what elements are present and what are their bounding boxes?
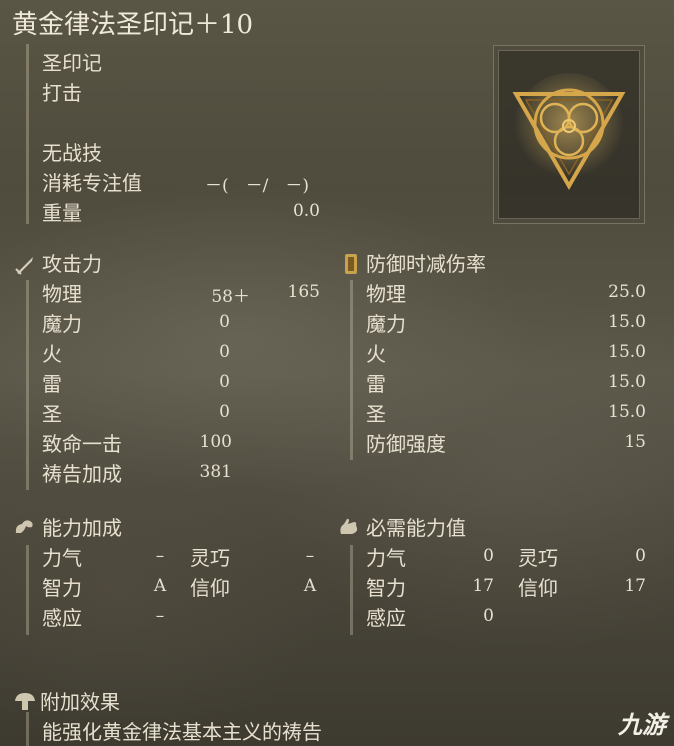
attack-type: 打击 [42, 81, 82, 105]
defense-value-fire: 15.0 [608, 342, 646, 362]
requirements-divider [350, 545, 353, 635]
weight-value: 0.0 [292, 201, 320, 221]
effect-text: 能强化黄金律法基本主义的祷告 [42, 720, 322, 744]
attack-label-magic: 魔力 [42, 312, 82, 336]
req-value-strength: 0 [483, 546, 494, 566]
attack-label-lightning: 雷 [42, 372, 62, 396]
req-label-faith: 信仰 [518, 576, 558, 600]
scaling-label-dexterity: 灵巧 [190, 546, 230, 570]
attack-value-lightning: 0 [219, 372, 230, 392]
item-type: 圣印记 [42, 51, 102, 75]
hand-icon [340, 518, 358, 534]
flexed-arm-icon [15, 520, 33, 533]
req-value-intelligence: 17 [472, 576, 494, 596]
attack-label-incant-scaling: 祷告加成 [42, 462, 122, 486]
scaling-value-intelligence: A [153, 576, 167, 596]
defense-value-lightning: 15.0 [608, 372, 646, 392]
req-label-intelligence: 智力 [366, 576, 406, 600]
scaling-value-arcane: – [155, 606, 165, 626]
req-value-arcane: 0 [483, 606, 494, 626]
fp-cost-label: 消耗专注值 [42, 171, 142, 195]
scaling-divider [26, 545, 29, 635]
defense-label-guard-boost: 防御强度 [366, 432, 446, 456]
scaling-label-faith: 信仰 [190, 576, 230, 600]
attack-value-magic: 0 [219, 312, 230, 332]
sword-icon [15, 257, 33, 275]
scaling-value-faith: A [303, 576, 317, 596]
watermark-logo: 九游 [618, 711, 666, 739]
scaling-value-dexterity: – [305, 546, 315, 566]
req-value-faith: 17 [624, 576, 646, 596]
req-label-dexterity: 灵巧 [518, 546, 558, 570]
weight-label: 重量 [42, 201, 82, 225]
item-title: 黄金律法圣印记＋10 [12, 10, 254, 40]
attack-value-incant-scaling: 381 [199, 462, 232, 482]
attack-bonus-physical: 165 [287, 282, 320, 302]
item-image-frame [493, 45, 645, 224]
attack-value-fire: 0 [219, 342, 230, 362]
effect-mushroom-icon [15, 693, 35, 710]
req-value-dexterity: 0 [635, 546, 646, 566]
shield-icon [345, 254, 357, 274]
scaling-label-intelligence: 智力 [42, 576, 82, 600]
attack-label-critical: 致命一击 [42, 432, 122, 456]
attack-value-critical: 100 [199, 432, 232, 452]
defense-divider [350, 280, 353, 460]
attack-label-holy: 圣 [42, 402, 62, 426]
defense-label-lightning: 雷 [366, 372, 386, 396]
attack-label-fire: 火 [42, 342, 62, 366]
req-label-strength: 力气 [366, 546, 406, 570]
defense-label-fire: 火 [366, 342, 386, 366]
attack-label-physical: 物理 [42, 282, 82, 306]
info-divider [26, 44, 29, 224]
defense-label-holy: 圣 [366, 402, 386, 426]
skill-name: 无战技 [42, 141, 102, 165]
defense-value-guard-boost: 15 [624, 432, 646, 452]
fp-cost-value: －( －/ －) [205, 176, 309, 196]
effect-divider [26, 712, 29, 746]
defense-label-magic: 魔力 [366, 312, 406, 336]
scaling-label-strength: 力气 [42, 546, 82, 570]
defense-value-magic: 15.0 [608, 312, 646, 332]
defense-label-physical: 物理 [366, 282, 406, 306]
effect-header: 附加效果 [40, 690, 120, 714]
req-label-arcane: 感应 [366, 606, 406, 630]
scaling-value-strength: – [155, 546, 165, 566]
scaling-header: 能力加成 [42, 516, 122, 540]
attack-header: 攻击力 [42, 252, 102, 276]
defense-value-holy: 15.0 [608, 402, 646, 422]
requirements-header: 必需能力值 [366, 516, 466, 540]
attack-value-physical: 58＋ [211, 287, 250, 307]
defense-header: 防御时减伤率 [366, 252, 486, 276]
attack-value-holy: 0 [219, 402, 230, 422]
scaling-label-arcane: 感应 [42, 606, 82, 630]
defense-value-physical: 25.0 [608, 282, 646, 302]
attack-divider [26, 280, 29, 490]
golden-order-seal-icon [512, 73, 626, 191]
